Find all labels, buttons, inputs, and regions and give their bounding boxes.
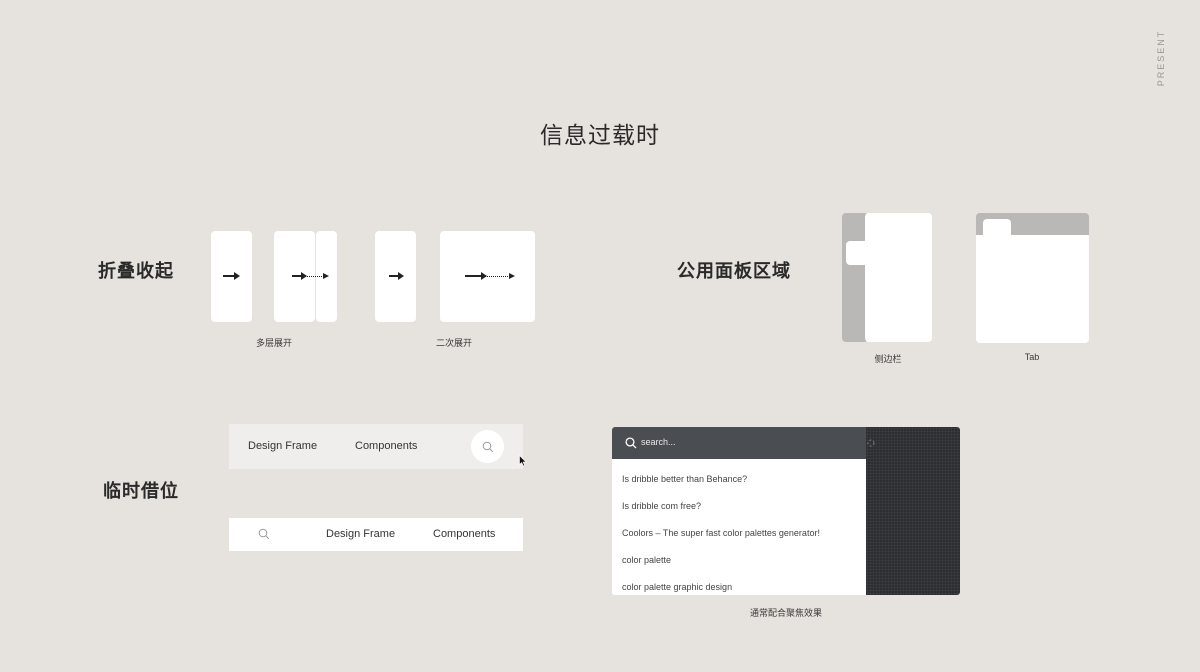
search-result-item[interactable]: Is dribble better than Behance? (622, 474, 747, 484)
search-result-item[interactable]: color palette graphic design (622, 582, 732, 592)
nav-item-components[interactable]: Components (433, 528, 495, 540)
nav-item-components[interactable]: Components (355, 440, 417, 452)
section-title-borrow: 临时借位 (103, 481, 179, 502)
page-title: 信息过载时 (540, 123, 660, 149)
search-icon (482, 441, 494, 453)
nav-bar-expanded: Design Frame Components (229, 518, 523, 551)
search-icon[interactable] (258, 528, 270, 540)
nav-item-design-frame[interactable]: Design Frame (248, 440, 317, 452)
search-icon (625, 437, 637, 449)
search-input[interactable]: search... (641, 437, 676, 447)
search-result-item[interactable]: Is dribble com free? (622, 501, 701, 511)
fold-card-collapsed (375, 231, 416, 322)
dotted-arrow-icon (484, 273, 515, 279)
search-result-item[interactable]: Coolors – The super fast color palettes … (622, 528, 820, 538)
search-bar[interactable]: search... (612, 427, 866, 459)
caption-multi-layer: 多层展开 (255, 339, 292, 349)
nav-item-design-frame[interactable]: Design Frame (326, 528, 395, 540)
cursor-icon (519, 455, 527, 467)
arrow-right-icon (223, 272, 240, 280)
tab-active (983, 219, 1011, 241)
search-button[interactable] (471, 430, 504, 463)
sidebar-content-card (865, 213, 932, 342)
tab-content-card (976, 235, 1089, 343)
search-result-item[interactable]: color palette (622, 555, 671, 565)
fold-card-single (211, 231, 252, 322)
arrow-right-icon (389, 272, 404, 280)
search-overlay-panel: search... Is dribble better than Behance… (612, 427, 960, 595)
arrow-right-icon (465, 272, 487, 280)
section-title-fold: 折叠收起 (98, 261, 174, 282)
loading-icon (866, 435, 878, 449)
dimmed-background (866, 427, 960, 595)
caption-secondary: 二次展开 (435, 339, 472, 349)
caption-sidebar: 侧边栏 (874, 355, 902, 365)
present-label: PRESENT (1156, 29, 1166, 87)
arrow-right-icon (292, 272, 307, 280)
caption-focus-effect: 通常配合聚焦效果 (749, 609, 822, 619)
fold-card-expanded (440, 231, 535, 322)
dotted-arrow-icon (305, 273, 329, 279)
section-title-panel: 公用面板区域 (677, 261, 791, 282)
search-results-list: Is dribble better than Behance? Is dribb… (612, 459, 866, 595)
nav-bar-collapsed: Design Frame Components (229, 424, 523, 469)
caption-tab: Tab (1024, 352, 1040, 362)
sidebar-active-tab (846, 241, 870, 265)
